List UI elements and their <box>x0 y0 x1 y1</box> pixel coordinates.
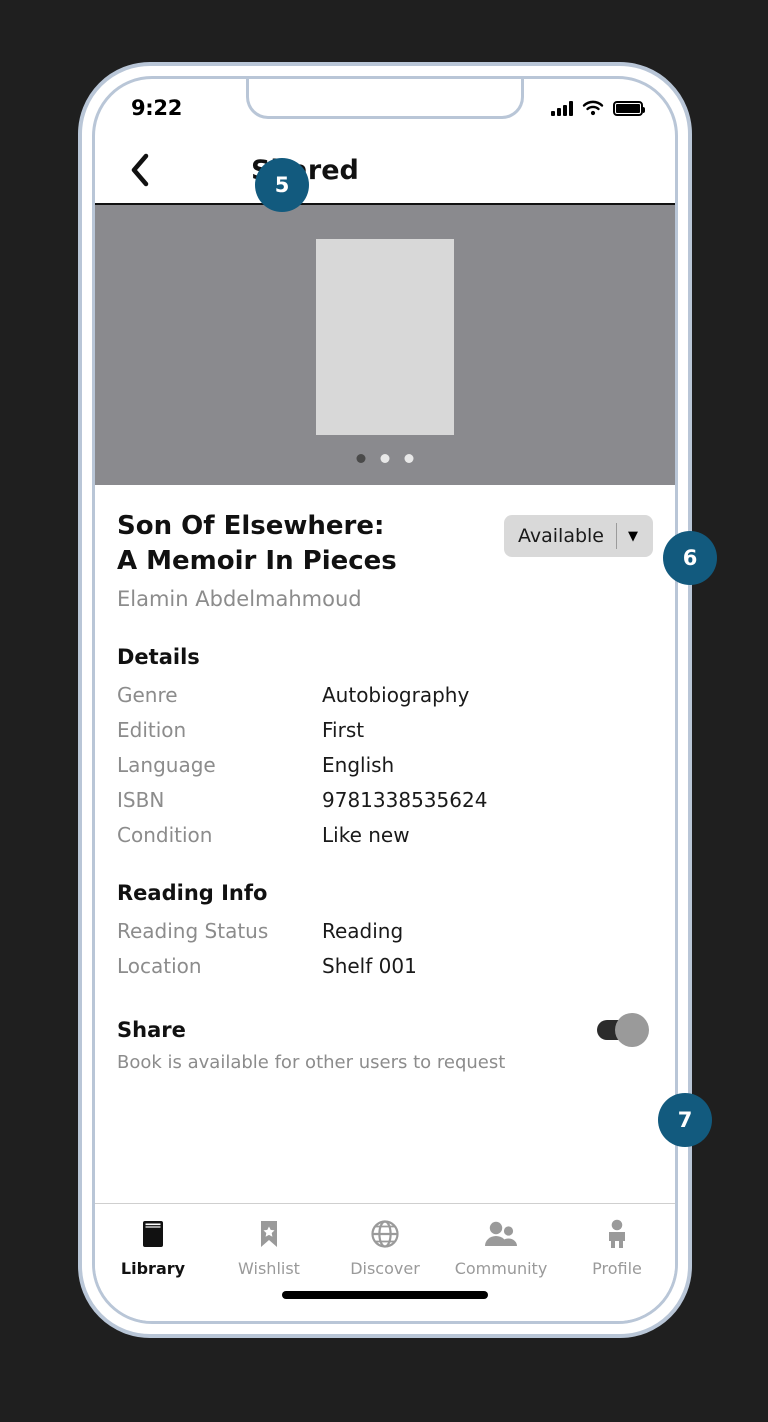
reading-value: Shelf 001 <box>322 954 417 979</box>
globe-icon <box>370 1218 400 1250</box>
home-indicator <box>282 1291 488 1299</box>
back-chevron-icon <box>131 153 149 187</box>
bottom-tab-bar: Library Wishlist Discover Community Prof… <box>95 1203 675 1321</box>
carousel-dot-1[interactable] <box>356 454 366 463</box>
chevron-down-icon: ▼ <box>628 528 638 544</box>
title-row: Son Of Elsewhere: A Memoir In Pieces Ela… <box>117 485 653 611</box>
book-title-line-2: A Memoir In Pieces <box>117 545 397 576</box>
book-image-carousel[interactable] <box>95 205 675 485</box>
table-row: Edition First <box>117 718 653 742</box>
book-cover-placeholder <box>316 239 454 435</box>
details-heading: Details <box>117 645 200 670</box>
tab-discover[interactable]: Discover <box>327 1218 443 1278</box>
detail-label: Genre <box>117 683 178 708</box>
status-bar: 9:22 <box>95 79 675 137</box>
reading-info-list: Reading Status Reading Location Shelf 00… <box>117 919 653 978</box>
toggle-knob <box>615 1013 649 1048</box>
book-author: Elamin Abdelmahmoud <box>117 587 362 612</box>
detail-value: 9781338535624 <box>322 788 488 813</box>
table-row: Reading Status Reading <box>117 919 653 943</box>
carousel-dot-3[interactable] <box>404 454 414 463</box>
annotation-badge-5: 5 <box>255 158 309 212</box>
tab-wishlist[interactable]: Wishlist <box>211 1218 327 1278</box>
tab-label: Discover <box>350 1259 420 1278</box>
wifi-icon <box>582 100 604 116</box>
tab-library[interactable]: Library <box>95 1218 211 1278</box>
detail-value: First <box>322 718 365 743</box>
detail-value: Autobiography <box>322 683 470 708</box>
carousel-dots <box>356 454 414 463</box>
book-icon <box>140 1218 166 1250</box>
detail-label: Edition <box>117 718 187 743</box>
book-title-line-1: Son Of Elsewhere: <box>117 511 385 541</box>
detail-label: ISBN <box>117 788 165 813</box>
annotation-badge-6: 6 <box>663 531 717 585</box>
detail-value: English <box>322 753 395 778</box>
table-row: ISBN 9781338535624 <box>117 788 653 812</box>
detail-value: Like new <box>322 823 410 848</box>
detail-label: Language <box>117 753 216 778</box>
table-row: Genre Autobiography <box>117 683 653 707</box>
status-icons <box>551 100 645 116</box>
back-button[interactable] <box>123 153 157 187</box>
status-time: 9:22 <box>131 96 183 120</box>
details-list: Genre Autobiography Edition First Langua… <box>117 683 653 847</box>
reading-label: Location <box>117 954 202 979</box>
tab-label: Community <box>454 1259 548 1278</box>
battery-full-icon <box>613 100 645 116</box>
tab-label: Profile <box>592 1259 642 1278</box>
reading-info-heading: Reading Info <box>117 881 268 906</box>
title-block: Son Of Elsewhere: A Memoir In Pieces Ela… <box>117 509 397 611</box>
book-detail-content: Son Of Elsewhere: A Memoir In Pieces Ela… <box>95 485 675 1074</box>
tab-label: Wishlist <box>238 1259 300 1278</box>
share-title: Share <box>117 1018 186 1043</box>
annotation-badge-7: 7 <box>658 1093 712 1147</box>
tab-label: Library <box>120 1259 186 1278</box>
carousel-dot-2[interactable] <box>380 454 390 463</box>
tab-profile[interactable]: Profile <box>559 1218 675 1278</box>
cellular-signal-icon <box>551 100 573 116</box>
table-row: Location Shelf 001 <box>117 954 653 978</box>
people-icon <box>484 1218 518 1250</box>
reading-label: Reading Status <box>117 919 269 944</box>
table-row: Language English <box>117 753 653 777</box>
share-description: Book is available for other users to req… <box>117 1052 506 1074</box>
bookmark-star-icon <box>257 1218 281 1250</box>
availability-dropdown[interactable]: Available ▼ <box>503 515 653 557</box>
person-icon <box>605 1218 629 1250</box>
book-title: Son Of Elsewhere: A Memoir In Pieces <box>117 509 397 578</box>
detail-label: Condition <box>117 823 213 848</box>
share-section: Share Book is available for other users … <box>117 1013 653 1074</box>
reading-value: Reading <box>322 919 404 944</box>
share-header: Share <box>117 1013 653 1048</box>
app-header: Shared <box>95 137 675 205</box>
phone-screen: 9:22 Shared <box>92 76 678 1324</box>
tab-community[interactable]: Community <box>443 1218 559 1278</box>
phone-frame: 9:22 Shared <box>78 62 692 1338</box>
table-row: Condition Like new <box>117 823 653 847</box>
availability-value: Available <box>517 525 604 547</box>
share-toggle[interactable] <box>597 1013 649 1048</box>
